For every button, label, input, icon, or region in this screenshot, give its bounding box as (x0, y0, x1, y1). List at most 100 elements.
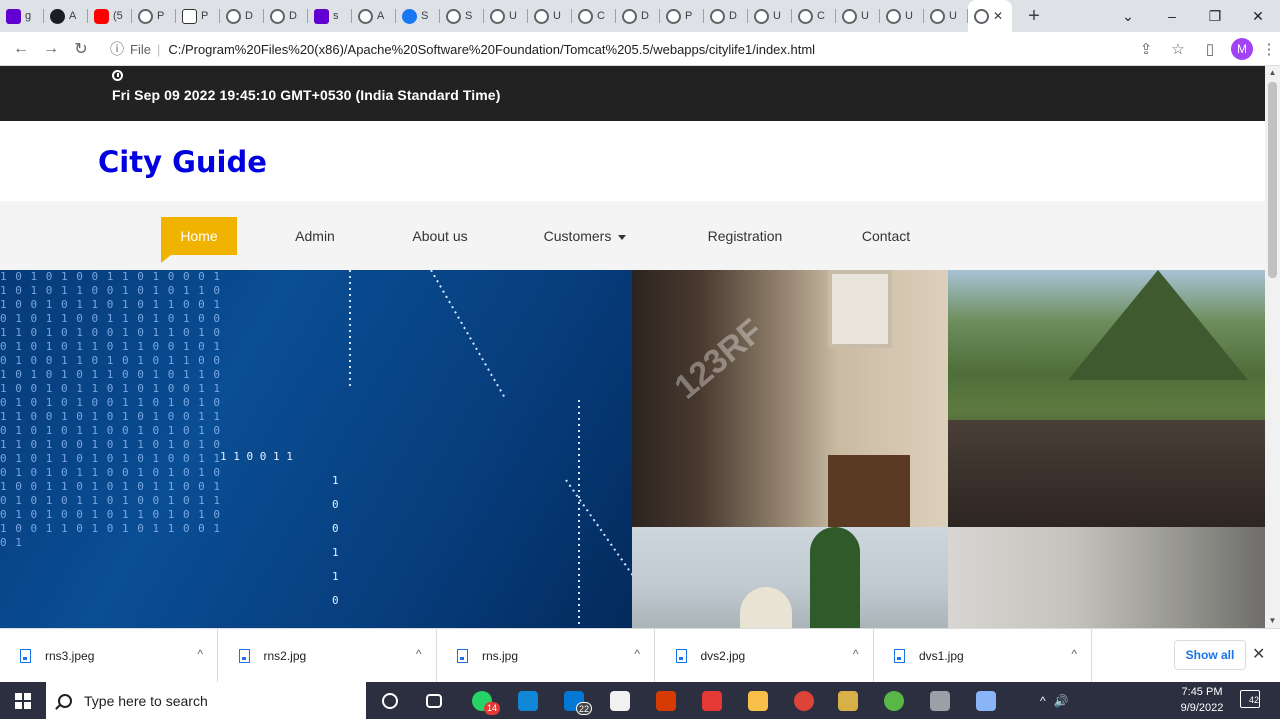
pdf-icon[interactable] (690, 682, 734, 719)
download-item[interactable]: rns.jpg ^ (437, 629, 655, 683)
taskbar-search[interactable]: Type here to search (46, 682, 366, 719)
mail-icon[interactable]: 22 (552, 682, 596, 719)
forward-icon[interactable]: → (36, 40, 66, 58)
reload-icon[interactable]: ↻ (66, 39, 96, 59)
tab-title: C (597, 10, 605, 22)
nav-item-about-us[interactable]: About us (404, 217, 476, 255)
browser-tab[interactable]: U (748, 0, 792, 32)
share-icon[interactable]: ⇪ (1130, 40, 1162, 58)
edge-icon[interactable] (506, 682, 550, 719)
book-icon[interactable] (964, 682, 1008, 719)
globe-icon (534, 8, 549, 24)
scroll-down-arrow[interactable]: ▼ (1265, 614, 1280, 628)
tab-title: P (685, 10, 693, 22)
close-window-button[interactable]: ✕ (1236, 0, 1280, 32)
evernote-icon[interactable] (872, 682, 916, 719)
volume-icon[interactable]: 🔊 (1054, 694, 1069, 708)
address-bar[interactable]: ⓘ File | C:/Program%20Files%20(x86)/Apac… (100, 35, 1190, 63)
browser-tab[interactable]: D (220, 0, 264, 32)
system-tray: ^ 🔊 (1040, 682, 1069, 719)
clock-icon (112, 70, 123, 81)
tab-title: A (377, 10, 385, 22)
site-logo-title[interactable]: City Guide (98, 145, 267, 179)
side-panel-icon[interactable]: ▯ (1194, 40, 1226, 58)
download-menu-caret-icon[interactable]: ^ (853, 647, 859, 661)
tool-icon[interactable] (918, 682, 962, 719)
browser-tab[interactable]: D (264, 0, 308, 32)
browser-tab[interactable]: P (132, 0, 176, 32)
tab-close-icon[interactable]: ✕ (993, 9, 1003, 23)
show-all-button[interactable]: Show all (1174, 640, 1246, 670)
nav-label: Customers (543, 228, 612, 244)
close-shelf-icon[interactable]: ✕ (1252, 644, 1265, 664)
nav-item-customers[interactable]: Customers (536, 217, 634, 255)
globe-icon (446, 8, 461, 24)
binary-rain: 1 0 1 0 1 0 0 1 1 0 1 0 0 0 1 1 0 1 0 1 … (0, 270, 222, 549)
start-button[interactable] (0, 682, 46, 719)
explorer-glyph (748, 690, 768, 711)
scroll-thumb[interactable] (1268, 82, 1277, 278)
stone-interior-photo (948, 527, 1265, 628)
site-info-icon[interactable]: ⓘ (110, 39, 124, 59)
download-item[interactable]: dvs2.jpg ^ (656, 629, 874, 683)
browser-tab[interactable]: U (528, 0, 572, 32)
menu-icon[interactable]: ⋮ (1258, 40, 1280, 58)
tab-search-button[interactable]: ⌄ (1106, 0, 1150, 32)
task-view-icon[interactable] (412, 682, 456, 719)
image-file-icon (238, 649, 250, 663)
address-separator: | (156, 41, 161, 57)
browser-tab[interactable]: P (176, 0, 220, 32)
nav-item-registration[interactable]: Registration (699, 217, 791, 255)
browser-tab[interactable]: U (836, 0, 880, 32)
download-item[interactable]: rns2.jpg ^ (219, 629, 437, 683)
browser-tab[interactable]: C (572, 0, 616, 32)
restore-button[interactable]: ❐ (1193, 0, 1237, 32)
nav-item-contact[interactable]: Contact (852, 217, 920, 255)
store-glyph (610, 690, 630, 711)
scroll-up-arrow[interactable]: ▲ (1265, 66, 1280, 80)
tab-title: U (509, 10, 517, 22)
url-text[interactable]: C:/Program%20Files%20(x86)/Apache%20Soft… (168, 42, 815, 57)
browser-tab[interactable]: S (396, 0, 440, 32)
notes-icon[interactable] (826, 682, 870, 719)
minimize-button[interactable]: – (1150, 0, 1194, 32)
download-item[interactable]: dvs1.jpg ^ (874, 629, 1092, 683)
notification-center-icon[interactable]: 42 (1240, 690, 1260, 708)
browser-tab[interactable]: g (0, 0, 44, 32)
browser-tab[interactable]: (5 (88, 0, 132, 32)
browser-tab[interactable]: U (924, 0, 968, 32)
browser-tab[interactable]: P (660, 0, 704, 32)
page-scrollbar[interactable]: ▲ ▼ (1265, 66, 1280, 628)
office-icon[interactable] (644, 682, 688, 719)
download-item[interactable]: rns3.jpeg ^ (0, 629, 218, 683)
tray-chevron-icon[interactable]: ^ (1040, 694, 1046, 708)
nav-item-home[interactable]: Home (161, 217, 237, 263)
new-tab-button[interactable]: + (1018, 5, 1050, 28)
nav-item-admin[interactable]: Admin (286, 217, 344, 255)
browser-tab[interactable]: D (704, 0, 748, 32)
browser-tab[interactable]: A (44, 0, 88, 32)
download-menu-caret-icon[interactable]: ^ (416, 647, 422, 661)
browser-tab[interactable]: s (308, 0, 352, 32)
browser-tab[interactable]: A (352, 0, 396, 32)
browser-tab[interactable]: S (440, 0, 484, 32)
tab-title: U (773, 10, 781, 22)
browser-tab[interactable]: C (792, 0, 836, 32)
browser-tab[interactable]: D (616, 0, 660, 32)
whatsapp-icon[interactable]: 14 (460, 682, 504, 719)
bookmark-star-icon[interactable]: ☆ (1162, 40, 1194, 58)
cortana-icon[interactable] (368, 682, 412, 719)
download-menu-caret-icon[interactable]: ^ (1071, 647, 1077, 661)
download-menu-caret-icon[interactable]: ^ (197, 647, 203, 661)
chrome-icon[interactable] (782, 682, 826, 719)
browser-tab[interactable]: U (484, 0, 528, 32)
explorer-icon[interactable] (736, 682, 780, 719)
store-icon[interactable] (598, 682, 642, 719)
taskbar-clock[interactable]: 7:45 PM 9/9/2022 (1172, 684, 1232, 716)
browser-tab-active[interactable]: ✕ (968, 0, 1012, 32)
tab-title: A (69, 10, 77, 22)
back-icon[interactable]: ← (6, 40, 36, 58)
browser-tab[interactable]: U (880, 0, 924, 32)
download-menu-caret-icon[interactable]: ^ (634, 647, 640, 661)
profile-avatar[interactable]: M (1231, 38, 1253, 60)
